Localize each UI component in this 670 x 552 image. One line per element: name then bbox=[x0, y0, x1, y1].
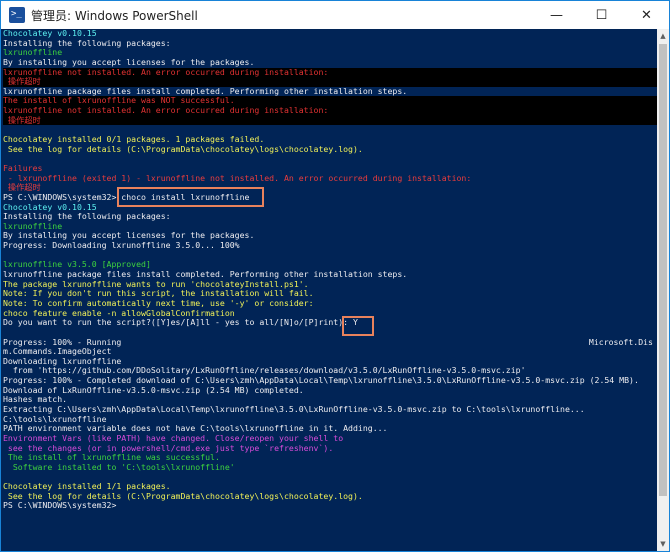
terminal-line-text: Hashes match. bbox=[3, 394, 68, 405]
terminal-line: Do you want to run the script?([Y]es/[A]… bbox=[3, 317, 657, 328]
terminal-line-text: 操作超时 bbox=[3, 114, 41, 125]
terminal-line-text: By installing you accept licenses for th… bbox=[3, 230, 255, 241]
terminal-line-text: Progress: Downloading lxrunoffline 3.5.0… bbox=[3, 240, 240, 251]
scroll-down-arrow-icon[interactable]: ▼ bbox=[657, 537, 669, 551]
terminal-line-text: Progress: 100% - Running bbox=[3, 336, 122, 347]
terminal-line-text: Software installed to 'C:\tools\lxrunoff… bbox=[3, 461, 235, 472]
window-title: 管理员: Windows PowerShell bbox=[31, 8, 198, 23]
terminal-line-text: - lxrunoffline (exited 1) - lxrunoffline… bbox=[3, 172, 472, 183]
scroll-up-arrow-icon[interactable]: ▲ bbox=[657, 29, 669, 43]
terminal-line-text: m.Commands.ImageObject bbox=[3, 346, 112, 357]
terminal-line-text: Chocolatey installed 1/1 packages. bbox=[3, 481, 171, 492]
terminal-line: PS C:\WINDOWS\system32> bbox=[3, 501, 657, 511]
terminal-line-text: lxrunoffline package files install compl… bbox=[3, 85, 408, 96]
terminal-line: Installing the following packages: bbox=[3, 211, 657, 222]
terminal-line: Software installed to 'C:\tools\lxrunoff… bbox=[3, 461, 657, 473]
terminal-line-text: from 'https://github.com/DDoSolitary/LxR… bbox=[3, 365, 526, 376]
title-bar[interactable]: 管理员: Windows PowerShell — ☐ ✕ bbox=[1, 1, 669, 29]
terminal-line-text: 操作超时 bbox=[3, 182, 41, 193]
terminal-line-text: C:\tools\lxrunoffline bbox=[3, 413, 107, 424]
terminal-line-text: Download of LxRunOffline-v3.5.0-msvc.zip… bbox=[3, 384, 304, 395]
terminal-line: See the log for details (C:\ProgramData\… bbox=[3, 143, 657, 155]
window-controls: — ☐ ✕ bbox=[534, 1, 669, 29]
terminal-line-text: Do you want to run the script?([Y]es/[A]… bbox=[3, 317, 358, 328]
maximize-button[interactable]: ☐ bbox=[579, 1, 624, 29]
command-highlight-box bbox=[117, 187, 264, 207]
terminal-line-text: Installing the following packages: bbox=[3, 37, 171, 48]
terminal-line-text: see the changes (or in powershell/cmd.ex… bbox=[3, 442, 334, 453]
terminal-line-text: Downloading lxrunoffline bbox=[3, 355, 122, 366]
terminal-line-text: lxrunoffline not installed. An error occ… bbox=[3, 66, 329, 77]
terminal-line-text: Note: If you don't run this script, the … bbox=[3, 288, 314, 299]
terminal-line: PS C:\WINDOWS\system32> choco install lx… bbox=[3, 192, 657, 203]
answer-highlight-box bbox=[342, 316, 374, 336]
terminal-line-text: lxrunoffline package files install compl… bbox=[3, 269, 408, 280]
terminal-line-text: 操作超时 bbox=[3, 76, 41, 87]
terminal-line-text: Chocolatey installed 0/1 packages. 1 pac… bbox=[3, 134, 265, 145]
close-button[interactable]: ✕ bbox=[624, 1, 669, 29]
terminal-line: 操作超时 bbox=[3, 114, 657, 126]
powershell-window: 管理员: Windows PowerShell — ☐ ✕ Chocolatey… bbox=[0, 0, 670, 552]
terminal-line-text: Installing the following packages: bbox=[3, 211, 171, 222]
terminal-line-text: lxrunoffline bbox=[3, 47, 63, 58]
terminal-line-text: Extracting C:\Users\zmh\AppData\Local\Te… bbox=[3, 403, 585, 414]
terminal-line: lxrunoffline not installed. An error occ… bbox=[3, 105, 657, 116]
terminal-line: lxrunoffline not installed. An error occ… bbox=[3, 66, 657, 78]
terminal-line-text: Progress: 100% - Completed download of C… bbox=[3, 375, 639, 386]
terminal-line: Progress: 100% - Running Microsoft.Dis bbox=[3, 336, 657, 348]
terminal-line-text: PATH environment variable does not have … bbox=[3, 423, 388, 434]
scrollbar-thumb[interactable] bbox=[659, 44, 667, 496]
terminal-line-text: Environment Vars (like PATH) have change… bbox=[3, 432, 344, 443]
terminal-line-text: Chocolatey v0.10.15 bbox=[3, 201, 97, 212]
terminal-line-text: PS C:\WINDOWS\system32> bbox=[3, 500, 117, 511]
powershell-icon bbox=[9, 7, 25, 23]
terminal-line-text: lxrunoffline bbox=[3, 220, 63, 231]
terminal-line-text: See the log for details (C:\ProgramData\… bbox=[3, 490, 363, 501]
terminal-line: - lxrunoffline (exited 1) - lxrunoffline… bbox=[3, 172, 657, 184]
terminal-line: Installing the following packages: bbox=[3, 37, 657, 49]
terminal-line-text: Chocolatey v0.10.15 bbox=[3, 29, 97, 38]
terminal-line-text: The install of lxrunoffline was NOT succ… bbox=[3, 95, 235, 106]
terminal-line-right-text: Microsoft.Dis bbox=[588, 336, 653, 347]
terminal-line-text: The install of lxrunoffline was successf… bbox=[3, 452, 220, 463]
terminal-output[interactable]: Chocolatey v0.10.15 Installing the follow… bbox=[3, 29, 657, 551]
terminal-line: Download of LxRunOffline-v3.5.0-msvc.zip… bbox=[3, 384, 657, 396]
terminal-line-text: Note: To confirm automatically next time… bbox=[3, 297, 314, 308]
terminal-line-text: The package lxrunoffline wants to run 'c… bbox=[3, 278, 309, 289]
terminal-line-text: choco feature enable -n allowGlobalConfi… bbox=[3, 307, 235, 318]
minimize-button[interactable]: — bbox=[534, 1, 579, 29]
terminal-line-text: By installing you accept licenses for th… bbox=[3, 56, 255, 67]
terminal-line-text: lxrunoffline v3.5.0 [Approved] bbox=[3, 259, 151, 270]
terminal-line-text: lxrunoffline not installed. An error occ… bbox=[3, 105, 329, 116]
terminal-line-text: See the log for details (C:\ProgramData\… bbox=[3, 143, 363, 154]
terminal-line-text: Failures bbox=[3, 162, 43, 173]
vertical-scrollbar[interactable]: ▲ ▼ bbox=[657, 29, 669, 551]
terminal-line: Progress: Downloading lxrunoffline 3.5.0… bbox=[3, 240, 657, 251]
